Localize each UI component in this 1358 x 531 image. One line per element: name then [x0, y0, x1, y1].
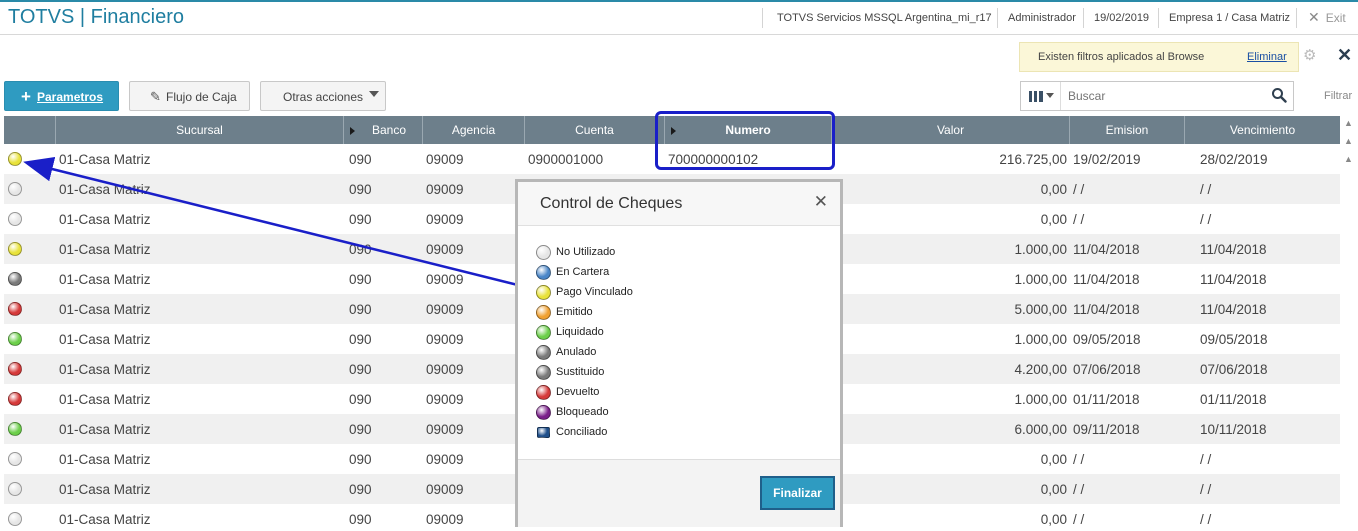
legend-label: Emitido [556, 306, 593, 318]
status-icon [536, 305, 551, 320]
legend-label: No Utilizado [556, 246, 616, 258]
status-icon [536, 285, 551, 300]
app-window: TOTVS | Financiero TOTVS Servicios MSSQL… [0, 0, 1358, 531]
legend-label: Anulado [556, 346, 597, 358]
legend-label: Devuelto [556, 386, 600, 398]
numero-highlight-box [655, 111, 835, 170]
status-icon [537, 427, 550, 438]
status-icon [536, 385, 551, 400]
status-icon [536, 245, 551, 260]
status-icon [536, 405, 551, 420]
dialog-header: Control de Cheques ✕ [518, 182, 840, 226]
legend-label: Liquidado [556, 326, 604, 338]
control-de-cheques-dialog: Control de Cheques ✕ No Utilizado En Cart… [515, 179, 843, 527]
legend-label: Pago Vinculado [556, 286, 633, 298]
legend-label: Conciliado [556, 426, 608, 438]
status-icon [536, 265, 551, 280]
legend-label: Sustituido [556, 366, 605, 378]
status-icon [536, 325, 551, 340]
dialog-footer: Finalizar [518, 459, 840, 527]
status-icon [536, 365, 551, 380]
finalizar-button[interactable]: Finalizar [760, 476, 835, 510]
status-icon [536, 345, 551, 360]
close-icon[interactable]: ✕ [814, 192, 828, 212]
dialog-title: Control de Cheques [540, 195, 683, 212]
legend-label: Bloqueado [556, 406, 609, 418]
legend-label: En Cartera [556, 266, 610, 278]
